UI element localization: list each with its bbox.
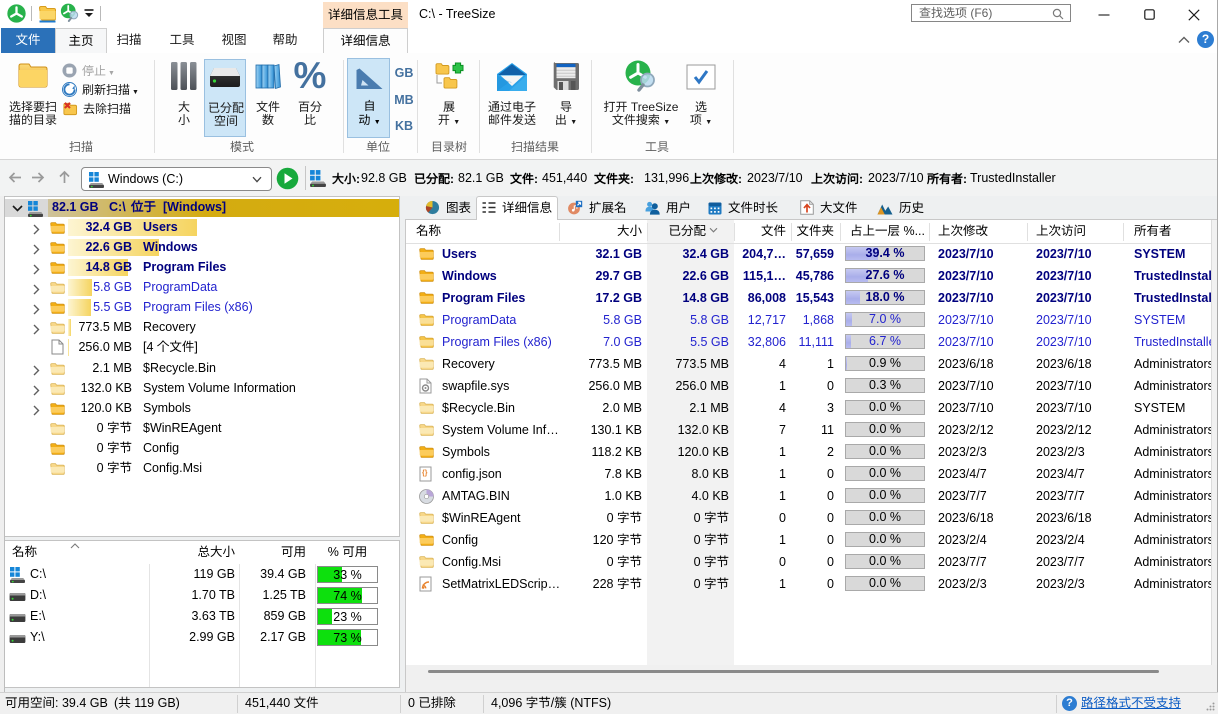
svg-text:{}: {} xyxy=(422,470,428,477)
